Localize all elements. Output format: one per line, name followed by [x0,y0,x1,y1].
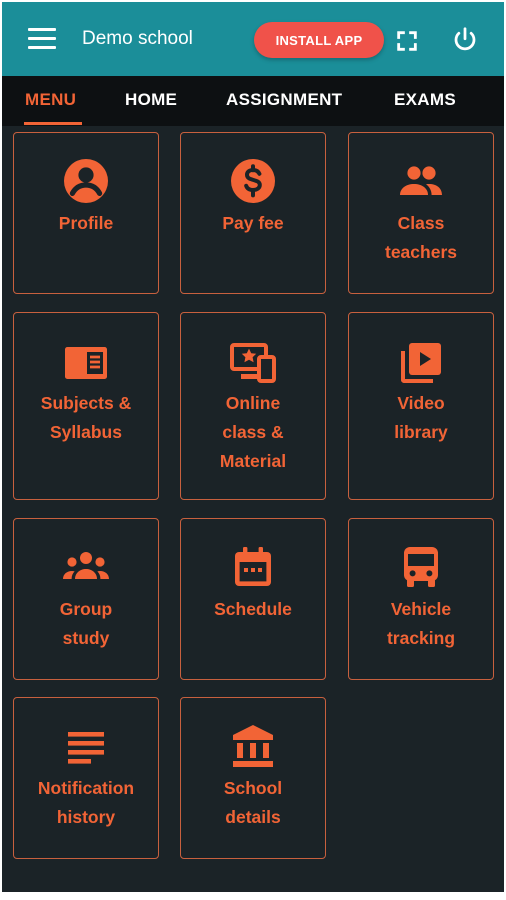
bottom-edge [0,892,506,900]
tile-video-library[interactable]: Video library [348,312,494,500]
install-app-button[interactable]: INSTALL APP [254,22,384,58]
tile-online-class-material[interactable]: Online class & Material [180,312,326,500]
tile-schedule[interactable]: Schedule [180,518,326,680]
tile-notification-history[interactable]: Notification history [13,697,159,859]
account-circle-icon [64,159,108,203]
tile-pay-fee[interactable]: Pay fee [180,132,326,294]
tile-label: Pay fee [222,213,284,233]
app-bar: Demo school INSTALL APP [2,2,504,76]
tile-label: Schedule [214,599,292,619]
tile-subjects-syllabus[interactable]: Subjects & Syllabus [13,312,159,500]
app-title: Demo school [82,28,193,49]
tab-bar: MENU HOME ASSIGNMENT EXAMS [2,76,504,126]
app-frame: Demo school INSTALL APP MENU HOME ASSIGN… [2,2,504,896]
tile-school-details[interactable]: School details [180,697,326,859]
tile-label: Notification history [37,778,135,827]
tab-menu[interactable]: MENU [25,90,76,110]
tile-label: Class teachers [385,213,457,262]
tile-profile[interactable]: Profile [13,132,159,294]
hamburger-menu-icon[interactable] [28,28,56,50]
tab-assignment[interactable]: ASSIGNMENT [226,90,342,110]
fullscreen-icon[interactable] [394,28,420,54]
tab-home[interactable]: HOME [125,90,177,110]
tile-label: Group study [59,599,113,648]
notes-icon [68,732,104,764]
devices-star-icon [230,343,276,383]
bus-icon [404,547,438,587]
tile-label: Video library [394,393,448,442]
tile-class-teachers[interactable]: Class teachers [348,132,494,294]
active-tab-indicator [24,122,82,125]
power-icon[interactable] [450,25,480,55]
tile-vehicle-tracking[interactable]: Vehicle tracking [348,518,494,680]
calendar-icon [235,547,271,586]
tile-label: School details [223,778,283,827]
tab-exams[interactable]: EXAMS [394,90,456,110]
group-icon [63,552,109,579]
tile-label: Profile [58,213,114,233]
video-library-icon [401,343,441,383]
tile-label: Online class & Material [219,393,287,471]
tile-group-study[interactable]: Group study [13,518,159,680]
book-icon [65,347,107,379]
tile-label: Subjects & Syllabus [40,393,132,442]
people-icon [400,166,442,195]
dollar-coin-icon [231,159,275,203]
tile-label: Vehicle tracking [386,599,456,648]
bank-building-icon [233,725,273,767]
